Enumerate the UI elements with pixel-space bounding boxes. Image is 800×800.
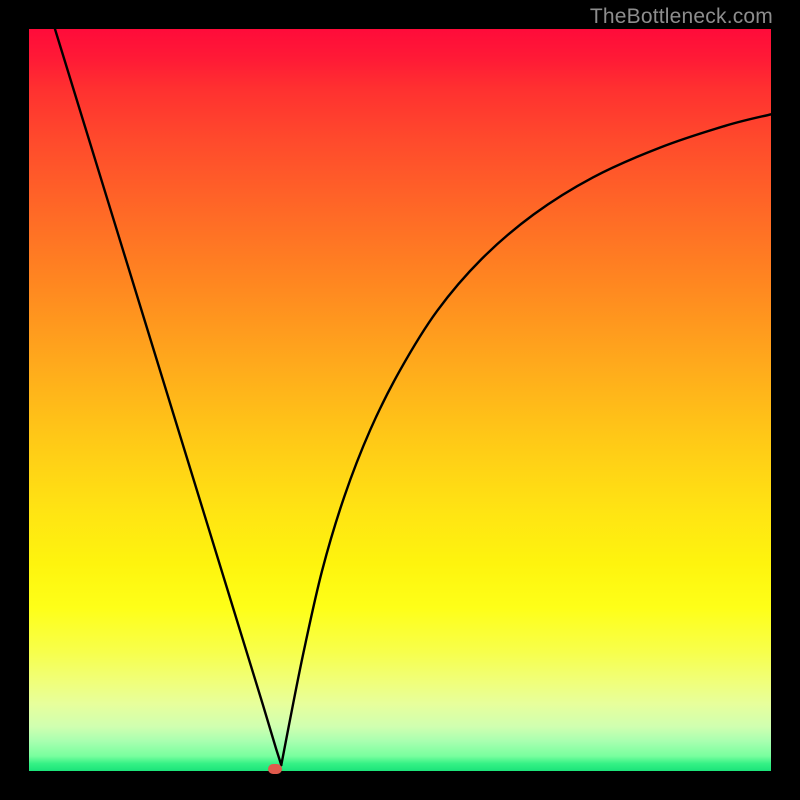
left-branch-path [55, 29, 281, 765]
optimum-marker [268, 764, 282, 774]
plot-area [29, 29, 771, 771]
right-branch-path [281, 114, 771, 765]
curve-svg [29, 29, 771, 771]
watermark-text: TheBottleneck.com [590, 5, 773, 29]
